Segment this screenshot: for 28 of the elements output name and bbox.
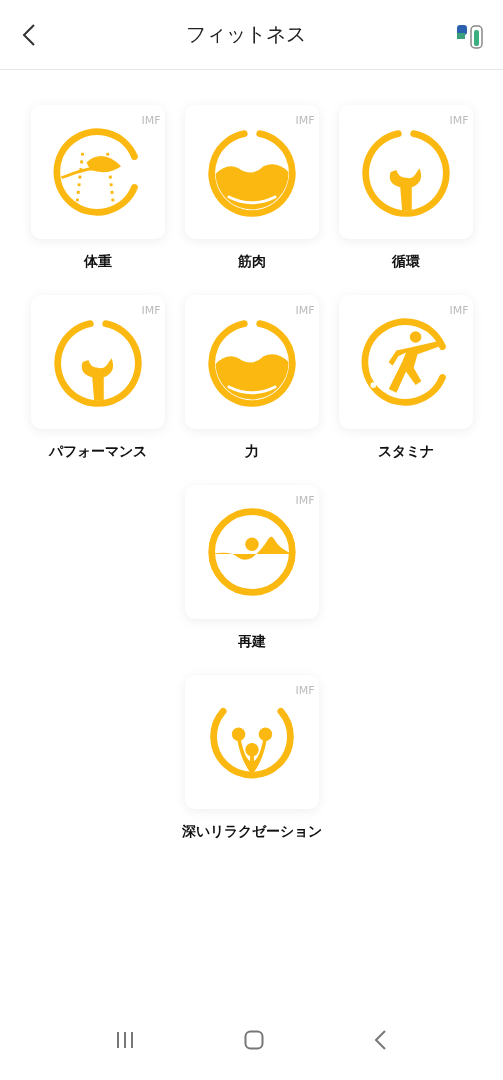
program-label: 力 <box>244 443 259 461</box>
imf-label: IMF <box>295 494 315 507</box>
program-card[interactable]: IMF <box>184 485 319 619</box>
home-icon[interactable] <box>244 1030 265 1050</box>
page-title: フィットネス <box>185 21 306 48</box>
program-label: 循環 <box>391 253 420 271</box>
program-card[interactable]: IMF <box>338 105 473 239</box>
program-card[interactable]: IMF <box>30 105 165 239</box>
program-card[interactable]: IMF <box>184 675 319 809</box>
imf-label: IMF <box>295 684 315 697</box>
program-label: 筋肉 <box>237 253 266 271</box>
program-label: スタミナ <box>377 443 434 461</box>
program-card[interactable]: IMF <box>184 295 319 429</box>
program-label: 体重 <box>83 253 112 271</box>
program-label: パフォーマンス <box>48 443 147 461</box>
imf-label: IMF <box>449 114 469 127</box>
imf-label: IMF <box>141 304 161 317</box>
imf-label: IMF <box>295 304 315 317</box>
imf-label: IMF <box>295 114 315 127</box>
recent-apps-icon[interactable] <box>114 1030 135 1050</box>
program-card[interactable]: IMF <box>30 295 165 429</box>
back-icon[interactable] <box>22 22 36 47</box>
imf-label: IMF <box>141 114 161 127</box>
program-label: 深いリラクゼーション <box>181 823 322 841</box>
imf-label: IMF <box>449 304 469 317</box>
program-card[interactable]: IMF <box>184 105 319 239</box>
program-card[interactable]: IMF <box>338 295 473 429</box>
program-label: 再建 <box>237 633 266 651</box>
